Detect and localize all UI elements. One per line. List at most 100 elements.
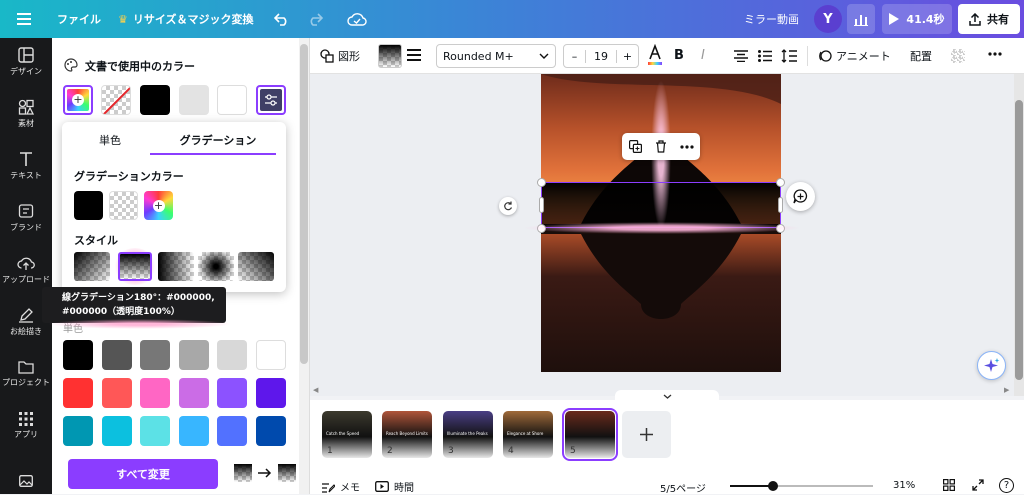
add-color-swatch[interactable]: +	[63, 85, 93, 115]
canvas-scroll-thumb[interactable]	[1015, 100, 1023, 380]
font-size-stepper[interactable]: – 19 +	[563, 44, 639, 68]
palette-swatch[interactable]	[101, 416, 132, 446]
collapse-pages-button[interactable]	[615, 390, 719, 402]
cloud-saved-icon[interactable]	[346, 9, 368, 29]
gradient-add-color[interactable]: +	[144, 191, 173, 220]
palette-swatch[interactable]	[63, 378, 93, 408]
bold-button[interactable]: B	[674, 48, 684, 63]
palette-swatch[interactable]	[256, 378, 286, 408]
resize-handle-left[interactable]	[539, 197, 544, 213]
zoom-knob[interactable]	[767, 481, 778, 491]
tab-solid[interactable]: 単色	[80, 132, 140, 148]
palette-swatch[interactable]	[140, 378, 171, 408]
trash-icon[interactable]	[655, 140, 667, 153]
scroll-right-arrow[interactable]: ▶	[1004, 386, 1009, 394]
align-icon[interactable]	[734, 50, 748, 62]
rail-text[interactable]: テキスト	[0, 142, 52, 190]
palette-swatch[interactable]	[101, 340, 132, 370]
page-thumbnail[interactable]: Catch the Speed 1	[322, 411, 372, 458]
style-linear-reverse-diagonal[interactable]	[238, 252, 274, 281]
rail-design[interactable]: デザイン	[0, 38, 52, 86]
help-icon[interactable]: ?	[999, 478, 1014, 493]
zoom-value[interactable]: 31%	[893, 480, 915, 491]
palette-swatch[interactable]	[217, 416, 248, 446]
more-options-icon[interactable]	[988, 52, 1002, 56]
scroll-thumb[interactable]	[300, 44, 308, 364]
list-icon[interactable]	[758, 50, 772, 62]
palette-swatch[interactable]	[256, 340, 286, 370]
decrease-font-button[interactable]: –	[564, 49, 586, 63]
panel-scrollbar[interactable]	[299, 38, 309, 494]
rail-elements[interactable]: 素材	[0, 90, 52, 138]
magic-assistant-button[interactable]	[977, 351, 1006, 380]
palette-swatch[interactable]	[63, 416, 93, 446]
animate-button[interactable]: アニメート	[818, 48, 891, 64]
timer-button[interactable]: 時間	[375, 479, 414, 494]
palette-swatch[interactable]	[101, 378, 132, 408]
font-size-value[interactable]: 19	[586, 50, 616, 63]
page-thumbnail[interactable]: 5	[562, 408, 618, 461]
resize-button[interactable]: ♛ リサイズ＆マジック変換	[118, 11, 254, 27]
zoom-slider[interactable]	[730, 481, 873, 491]
resize-handle-right[interactable]	[778, 197, 783, 213]
rail-images[interactable]	[0, 468, 52, 494]
page-thumbnail[interactable]: Elegance at Shore 4	[503, 411, 553, 458]
menu-icon[interactable]	[14, 9, 34, 29]
redo-icon[interactable]	[305, 9, 325, 29]
palette-swatch[interactable]	[178, 416, 209, 446]
analytics-button[interactable]	[847, 4, 875, 34]
gradient-color-black[interactable]	[74, 191, 103, 220]
italic-button[interactable]: I	[701, 48, 705, 63]
palette-swatch[interactable]	[217, 340, 248, 370]
white-swatch[interactable]	[217, 85, 247, 115]
share-button[interactable]: 共有	[958, 4, 1020, 34]
play-button[interactable]: 41.4秒	[882, 4, 952, 34]
palette-swatch[interactable]	[140, 340, 171, 370]
black-swatch[interactable]	[140, 85, 170, 115]
palette-swatch[interactable]	[178, 340, 209, 370]
canvas-scrollbar[interactable]	[1014, 74, 1024, 396]
grid-view-icon[interactable]	[943, 479, 955, 491]
palette-swatch[interactable]	[217, 378, 248, 408]
style-linear-horizontal[interactable]	[158, 252, 194, 281]
page-thumbnail[interactable]: Reach Beyond Limits 2	[382, 411, 432, 458]
resize-handle-tl[interactable]	[537, 178, 546, 187]
resize-handle-tr[interactable]	[776, 178, 785, 187]
rail-apps[interactable]: アプリ	[0, 402, 52, 450]
fullscreen-icon[interactable]	[972, 479, 984, 491]
font-select[interactable]: Rounded M+	[436, 44, 556, 68]
add-page-button[interactable]	[622, 411, 671, 458]
palette-swatch[interactable]	[63, 340, 93, 370]
more-icon[interactable]	[679, 144, 694, 149]
palette-swatch[interactable]	[178, 378, 209, 408]
increase-font-button[interactable]: +	[616, 49, 638, 63]
custom-color-swatch[interactable]	[256, 85, 286, 115]
border-style-icon[interactable]	[407, 49, 421, 61]
transparency-button[interactable]	[951, 49, 965, 63]
rotate-handle[interactable]	[499, 197, 517, 215]
style-radial[interactable]	[198, 252, 234, 281]
page-indicator[interactable]: 5/5ページ	[660, 480, 706, 495]
undo-icon[interactable]	[272, 9, 292, 29]
tab-gradient[interactable]: グラデーション	[158, 132, 278, 148]
shape-button[interactable]: 図形	[320, 48, 360, 64]
style-linear-vertical[interactable]	[118, 252, 152, 281]
rail-brand[interactable]: ブランド	[0, 194, 52, 242]
text-color-button[interactable]	[647, 44, 663, 68]
notes-button[interactable]: メモ	[322, 479, 360, 494]
duplicate-icon[interactable]	[628, 140, 642, 153]
palette-swatch[interactable]	[140, 416, 171, 446]
add-comment-button[interactable]	[786, 182, 815, 211]
rail-projects[interactable]: プロジェクト	[0, 350, 52, 398]
scroll-left-arrow[interactable]: ◀	[313, 386, 318, 394]
light-gray-swatch[interactable]	[179, 85, 209, 115]
file-menu[interactable]: ファイル	[57, 11, 101, 27]
change-all-button[interactable]: すべて変更	[68, 459, 218, 489]
gradient-color-transparent[interactable]	[109, 191, 138, 220]
spacing-icon[interactable]	[781, 49, 797, 63]
style-linear-diagonal[interactable]	[74, 252, 110, 281]
fill-color-button[interactable]	[378, 44, 402, 68]
palette-swatch[interactable]	[256, 416, 286, 446]
avatar[interactable]: Y	[814, 5, 842, 33]
mirror-video-label[interactable]: ミラー動画	[744, 11, 799, 27]
